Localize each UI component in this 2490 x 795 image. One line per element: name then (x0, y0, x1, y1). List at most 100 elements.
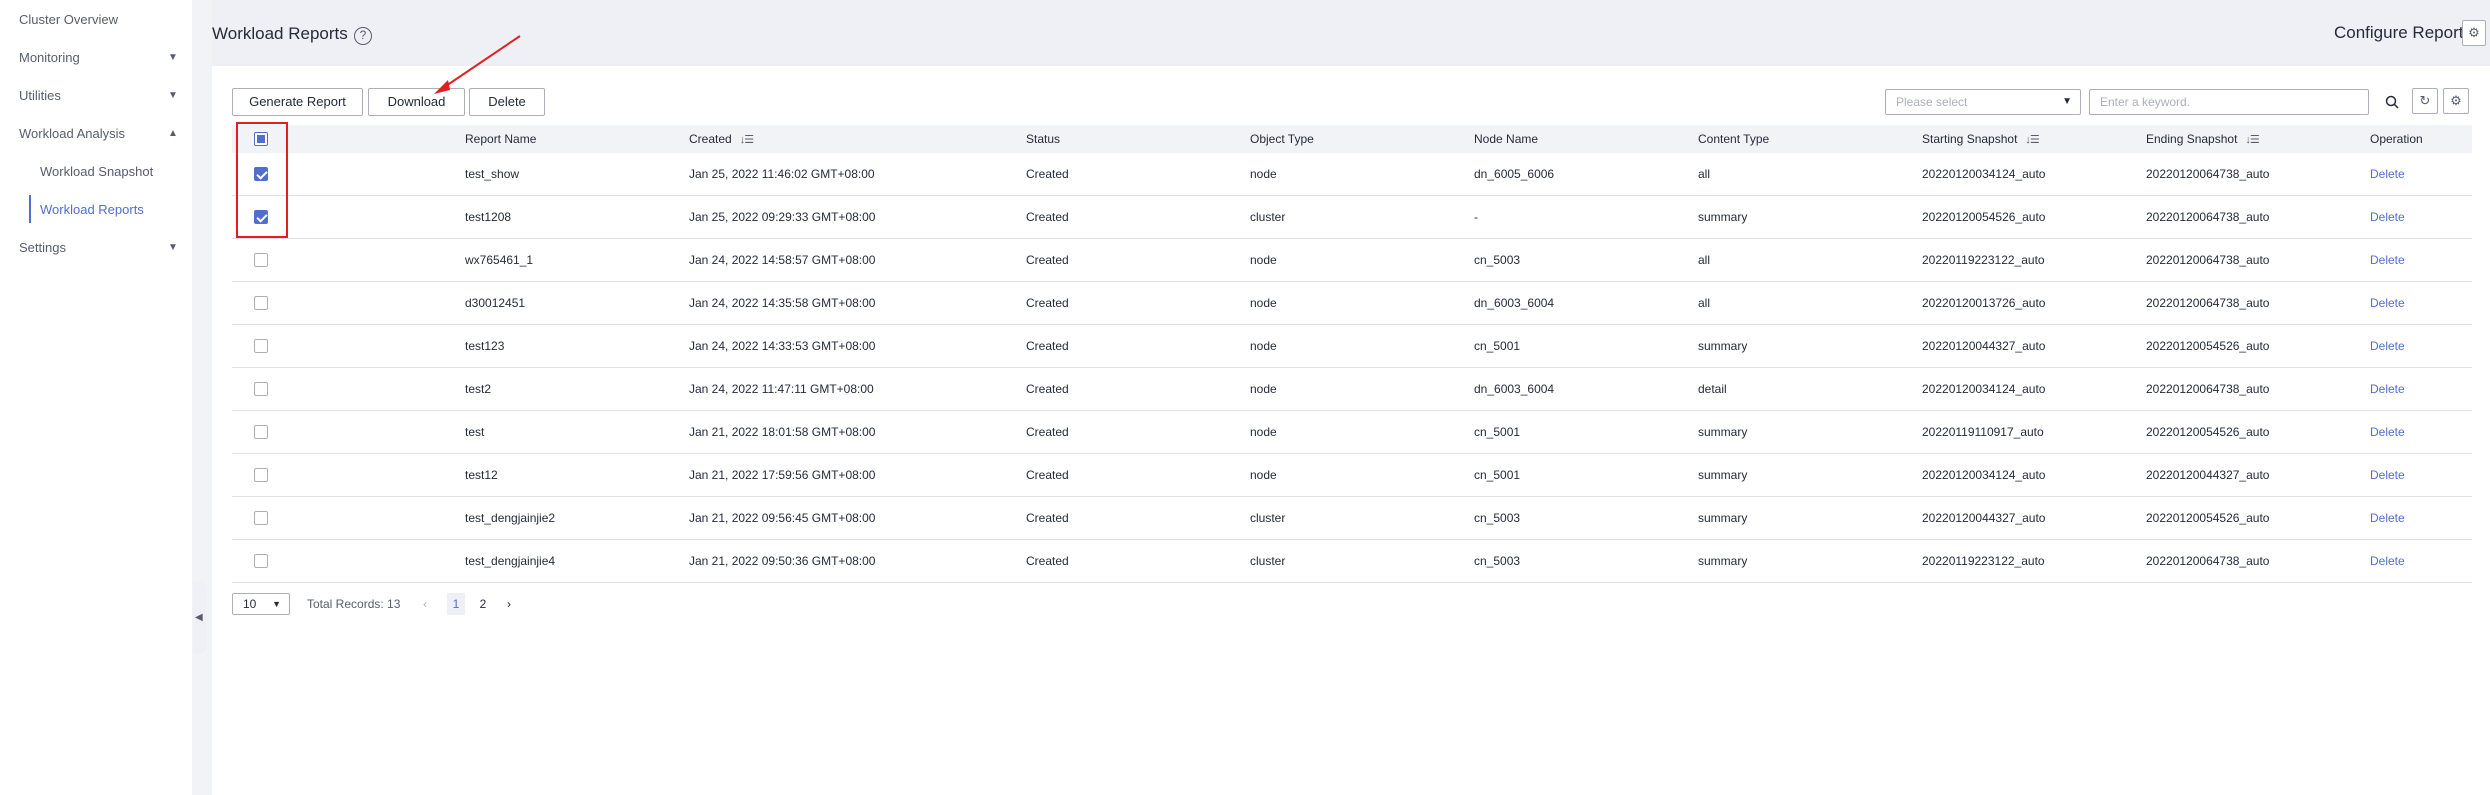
chevron-down-icon: ▼ (168, 90, 178, 101)
row-checkbox[interactable] (254, 468, 268, 482)
search-input[interactable]: Enter a keyword. (2089, 89, 2369, 115)
cell-status: Created (1026, 253, 1069, 267)
cell-created: Jan 24, 2022 14:58:57 GMT+08:00 (689, 253, 876, 267)
cell-object-type: node (1250, 468, 1277, 482)
column-starting-snapshot[interactable]: Starting Snapshot ↓☰ (1922, 125, 2040, 153)
row-checkbox[interactable] (254, 554, 268, 568)
cell-object-type: node (1250, 253, 1277, 267)
cell-content-type: summary (1698, 210, 1748, 224)
table-row[interactable] (232, 368, 2472, 411)
cell-status: Created (1026, 511, 1069, 525)
cell-status: Created (1026, 296, 1069, 310)
page-title: Workload Reports (212, 24, 348, 43)
page-1[interactable]: 1 (447, 593, 465, 615)
cell-report-name: test_dengjainjie2 (465, 511, 556, 525)
cell-created: Jan 25, 2022 09:29:33 GMT+08:00 (689, 210, 876, 224)
cell-report-name: test2 (465, 382, 492, 396)
column-starting-snapshot-label: Starting Snapshot (1922, 132, 2018, 146)
cell-content-type: summary (1698, 511, 1748, 525)
chevron-down-icon: ▼ (2062, 96, 2072, 107)
sidebar-item-settings[interactable]: Settings (19, 236, 66, 260)
generate-report-button[interactable]: Generate Report (232, 88, 363, 116)
delete-link[interactable]: Delete (2370, 454, 2405, 497)
sidebar-item-workload-analysis[interactable]: Workload Analysis (19, 122, 125, 146)
row-checkbox[interactable] (254, 296, 268, 310)
cell-starting-snapshot: 20220120013726_auto (1922, 296, 2046, 310)
table-row[interactable] (232, 540, 2472, 583)
cell-node-name: cn_5001 (1474, 425, 1521, 439)
cell-content-type: summary (1698, 468, 1748, 482)
annotation-highlight-box (236, 122, 288, 238)
settings-icon[interactable]: ⚙ (2443, 88, 2469, 114)
delete-link[interactable]: Delete (2370, 239, 2405, 282)
column-ending-snapshot[interactable]: Ending Snapshot ↓☰ (2146, 125, 2260, 153)
cell-object-type: node (1250, 296, 1277, 310)
prev-page-icon[interactable]: ‹ (418, 593, 432, 615)
sidebar-subitem-workload-reports[interactable]: Workload Reports (40, 198, 144, 222)
table-row[interactable] (232, 282, 2472, 325)
cell-node-name: dn_6003_6004 (1474, 382, 1555, 396)
cell-report-name: d30012451 (465, 296, 526, 310)
table-row[interactable] (232, 196, 2472, 239)
row-checkbox[interactable] (254, 425, 268, 439)
row-checkbox[interactable] (254, 382, 268, 396)
delete-link[interactable]: Delete (2370, 411, 2405, 454)
chevron-down-icon: ▼ (168, 52, 178, 63)
table-row[interactable] (232, 239, 2472, 282)
delete-link[interactable]: Delete (2370, 196, 2405, 239)
cell-node-name: cn_5001 (1474, 468, 1521, 482)
column-created[interactable]: Created ↓☰ (689, 125, 754, 153)
help-icon[interactable]: ? (354, 27, 372, 45)
filter-select[interactable]: Please select ▼ (1885, 89, 2081, 115)
delete-link[interactable]: Delete (2370, 540, 2405, 583)
sidebar-item-utilities[interactable]: Utilities (19, 84, 61, 108)
cell-node-name: - (1474, 210, 1478, 224)
table-row[interactable] (232, 325, 2472, 368)
delete-link[interactable]: Delete (2370, 368, 2405, 411)
page-2[interactable]: 2 (474, 593, 492, 615)
cell-created: Jan 21, 2022 17:59:56 GMT+08:00 (689, 468, 876, 482)
cell-ending-snapshot: 20220120054526_auto (2146, 425, 2270, 439)
cell-content-type: all (1698, 167, 1711, 181)
table-row[interactable] (232, 411, 2472, 454)
page-size-value: 10 (243, 597, 257, 611)
cell-object-type: cluster (1250, 210, 1286, 224)
cell-report-name: test_show (465, 167, 520, 181)
sidebar: Cluster Overview Monitoring ▼ Utilities … (0, 0, 192, 795)
table-row[interactable] (232, 497, 2472, 540)
page-size-select[interactable]: 10 ▼ (232, 593, 290, 615)
column-object-type: Object Type (1250, 132, 1314, 146)
delete-link[interactable]: Delete (2370, 497, 2405, 540)
sidebar-divider (192, 0, 212, 795)
total-records: Total Records: 13 (307, 597, 401, 611)
delete-link[interactable]: Delete (2370, 282, 2405, 325)
configure-report-link[interactable]: Configure Report (2334, 23, 2463, 43)
search-icon[interactable] (2385, 95, 2399, 109)
gear-icon[interactable]: ⚙ (2462, 20, 2486, 46)
cell-starting-snapshot: 20220120044327_auto (1922, 511, 2046, 525)
cell-created: Jan 21, 2022 18:01:58 GMT+08:00 (689, 425, 876, 439)
sidebar-item-monitoring[interactable]: Monitoring (19, 46, 80, 70)
column-operation: Operation (2370, 132, 2423, 146)
cell-report-name: test_dengjainjie4 (465, 554, 556, 568)
table-row[interactable] (232, 153, 2472, 196)
row-checkbox[interactable] (254, 339, 268, 353)
cell-status: Created (1026, 382, 1069, 396)
sidebar-item-cluster-overview[interactable]: Cluster Overview (19, 8, 118, 32)
next-page-icon[interactable]: › (502, 593, 516, 615)
cell-content-type: summary (1698, 554, 1748, 568)
sort-icon[interactable]: ↓☰ (2245, 134, 2259, 146)
table-row[interactable] (232, 454, 2472, 497)
cell-content-type: all (1698, 296, 1711, 310)
filter-select-placeholder: Please select (1896, 95, 1968, 109)
sidebar-subitem-workload-snapshot[interactable]: Workload Snapshot (40, 160, 153, 184)
sort-icon[interactable]: ↓☰ (740, 134, 754, 146)
sort-icon[interactable]: ↓☰ (2025, 134, 2039, 146)
delete-link[interactable]: Delete (2370, 153, 2405, 196)
row-checkbox[interactable] (254, 253, 268, 267)
delete-link[interactable]: Delete (2370, 325, 2405, 368)
row-checkbox[interactable] (254, 511, 268, 525)
cell-content-type: all (1698, 253, 1711, 267)
refresh-icon[interactable]: ↻ (2412, 88, 2438, 114)
cell-ending-snapshot: 20220120054526_auto (2146, 511, 2270, 525)
